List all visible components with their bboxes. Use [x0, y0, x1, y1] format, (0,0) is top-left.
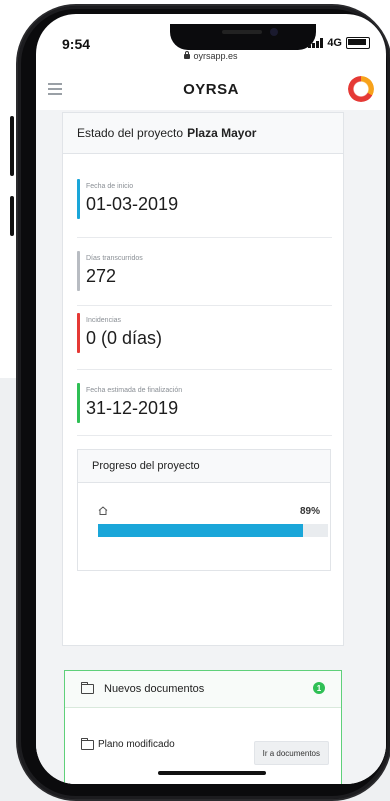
app-logo[interactable]: OYRSA — [36, 81, 386, 98]
url-bar[interactable]: oyrsapp.es — [36, 51, 386, 61]
main-content: Estado del proyecto Plaza Mayor Fecha de… — [36, 110, 386, 784]
network-label: 4G — [327, 37, 342, 49]
volume-down-button — [10, 196, 14, 236]
progress-title: Progreso del proyecto — [78, 450, 330, 483]
metric-label: Días transcurridos — [86, 255, 143, 262]
project-status-card: Estado del proyecto Plaza Mayor Fecha de… — [62, 112, 344, 646]
new-documents-card: Nuevos documentos 1 Plano modificado Ir … — [64, 670, 342, 784]
project-title-prefix: Estado del proyecto — [77, 126, 184, 140]
metric-label: Fecha de inicio — [86, 183, 134, 190]
metric-color-bar — [77, 251, 80, 291]
metric-days-elapsed: Días transcurridos 272 — [77, 251, 341, 291]
metric-start-date: Fecha de inicio 01-03-2019 — [77, 179, 341, 219]
battery-icon — [346, 37, 370, 49]
home-icon — [98, 506, 108, 515]
documents-count-badge: 1 — [313, 682, 325, 694]
metric-label: Fecha estimada de finalización — [86, 387, 183, 394]
metric-value: 272 — [86, 266, 117, 286]
home-indicator[interactable] — [158, 771, 266, 775]
phone-screen: 9:54 4G oyrsapp.es OYRSA Estado del proy… — [36, 14, 386, 784]
url-text: oyrsapp.es — [193, 51, 238, 61]
progress-card: Progreso del proyecto 89% — [77, 449, 331, 571]
app-header: OYRSA — [36, 68, 386, 111]
divider — [77, 237, 332, 238]
metric-label: Incidencias — [86, 317, 122, 324]
metric-incidents: Incidencias 0 (0 días) — [77, 313, 341, 353]
metric-color-bar — [77, 383, 80, 423]
metric-value: 31-12-2019 — [86, 398, 179, 418]
notch — [170, 24, 316, 50]
divider — [77, 305, 332, 306]
folder-icon — [81, 682, 94, 694]
progress-percent: 89% — [299, 506, 320, 517]
project-name: Plaza Mayor — [187, 126, 257, 140]
speaker — [222, 30, 262, 34]
metric-value: 0 (0 días) — [86, 328, 163, 348]
progress-track — [98, 524, 328, 537]
volume-up-button — [10, 116, 14, 176]
status-icons: 4G — [308, 37, 370, 49]
progress-fill — [98, 524, 303, 537]
documents-title: Nuevos documentos — [104, 683, 205, 695]
documents-header: Nuevos documentos 1 — [65, 671, 341, 708]
divider — [77, 435, 332, 436]
metric-color-bar — [77, 179, 80, 219]
project-status-header: Estado del proyecto Plaza Mayor — [63, 113, 343, 154]
document-item[interactable]: Plano modificado — [81, 737, 175, 750]
metric-value: 01-03-2019 — [86, 194, 179, 214]
folder-icon — [81, 737, 94, 750]
logo-ring-icon — [348, 76, 374, 102]
divider — [77, 369, 332, 370]
front-camera — [270, 28, 278, 36]
metric-color-bar — [77, 313, 80, 353]
status-time: 9:54 — [62, 36, 91, 52]
go-to-documents-button[interactable]: Ir a documentos — [253, 741, 329, 765]
document-name: Plano modificado — [98, 739, 175, 750]
metric-estimated-end: Fecha estimada de finalización 31-12-201… — [77, 383, 341, 423]
signal-icon — [308, 38, 324, 48]
lock-icon — [184, 51, 191, 60]
